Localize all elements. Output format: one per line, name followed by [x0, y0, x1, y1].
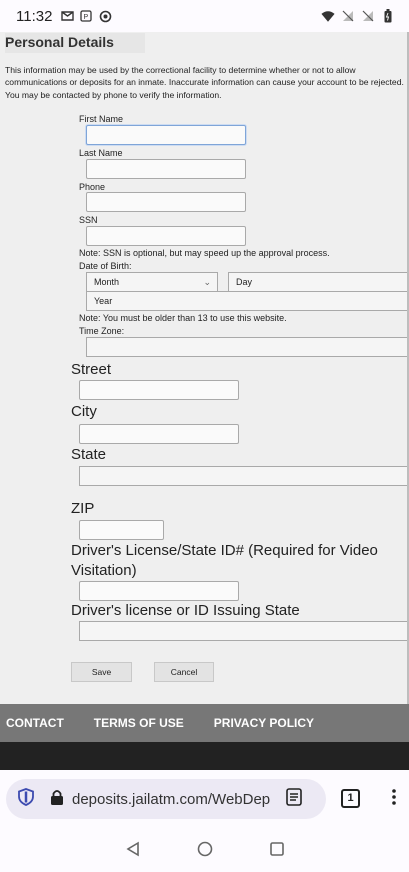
tab-counter-button[interactable]: 1 [341, 789, 360, 808]
shield-icon[interactable] [18, 787, 34, 811]
lock-icon [50, 789, 64, 810]
year-value: Year [94, 296, 113, 306]
status-time: 11:32 [16, 7, 53, 25]
ssn-note: Note: SSN is optional, but may speed up … [79, 248, 330, 258]
timezone-label: Time Zone: [79, 326, 125, 336]
battery-icon [381, 9, 395, 23]
footer-link-terms[interactable]: TERMS OF USE [94, 716, 184, 730]
status-bar: 11:32 P [0, 0, 409, 32]
back-icon[interactable] [125, 841, 141, 862]
license-label: Driver's License/State ID# (Required for… [71, 542, 378, 579]
system-nav-bar [0, 830, 409, 872]
age-note: Note: You must be older than 13 to use t… [79, 313, 287, 323]
cancel-button[interactable]: Cancel [154, 662, 214, 682]
chevron-down-icon: ⌄ [203, 277, 211, 287]
last-name-input[interactable] [86, 159, 246, 179]
last-name-label: Last Name [79, 148, 123, 158]
reader-mode-icon[interactable] [286, 787, 302, 811]
home-icon[interactable] [197, 841, 213, 862]
footer-link-contact[interactable]: CONTACT [6, 716, 64, 730]
phone-input[interactable] [86, 192, 246, 212]
page-content: Personal Details This information may be… [0, 32, 409, 704]
footer-dark-band [0, 742, 409, 770]
section-title: Personal Details [5, 33, 145, 53]
street-label: Street [71, 361, 112, 378]
dob-label: Date of Birth: [79, 261, 132, 271]
menu-icon[interactable] [392, 788, 396, 811]
day-value: Day [236, 277, 253, 287]
ssn-input[interactable] [86, 226, 246, 246]
issuing-state-label: Driver's license or ID Issuing State [71, 602, 300, 619]
phone-label: Phone [79, 182, 106, 192]
site-footer: CONTACT TERMS OF USE PRIVACY POLICY [0, 704, 409, 742]
footer-link-privacy[interactable]: PRIVACY POLICY [214, 716, 314, 730]
recents-icon[interactable] [269, 841, 285, 862]
zip-label: ZIP [71, 500, 95, 517]
url-text: deposits.jailatm.com/WebDep [72, 790, 271, 808]
day-select[interactable]: Day [228, 272, 409, 292]
wifi-icon [321, 9, 335, 23]
signal-off-icon [341, 9, 355, 23]
gmail-icon [60, 9, 74, 23]
save-button[interactable]: Save [71, 662, 132, 682]
state-label: State [71, 446, 107, 463]
license-input[interactable] [79, 581, 239, 601]
city-input[interactable] [79, 424, 239, 444]
zip-input[interactable] [79, 520, 164, 540]
address-bar[interactable]: deposits.jailatm.com/WebDep [6, 779, 326, 819]
month-value: Month [94, 277, 120, 287]
city-label: City [71, 403, 97, 420]
street-input[interactable] [79, 380, 239, 400]
month-select[interactable]: Month ⌄ [86, 272, 218, 292]
signal-off-icon-2 [361, 9, 375, 23]
timezone-select[interactable] [86, 337, 409, 357]
intro-text: This information may be used by the corr… [5, 65, 404, 100]
browser-toolbar: deposits.jailatm.com/WebDep 1 [0, 770, 409, 830]
first-name-label: First Name [79, 114, 124, 124]
first-name-input[interactable] [86, 125, 246, 145]
year-select[interactable]: Year [86, 291, 409, 311]
sync-icon [98, 9, 112, 23]
ssn-label: SSN [79, 215, 98, 225]
parking-icon: P [79, 9, 93, 23]
issuing-state-select[interactable] [79, 621, 409, 641]
svg-text:P: P [84, 14, 89, 21]
state-select[interactable] [79, 466, 409, 486]
